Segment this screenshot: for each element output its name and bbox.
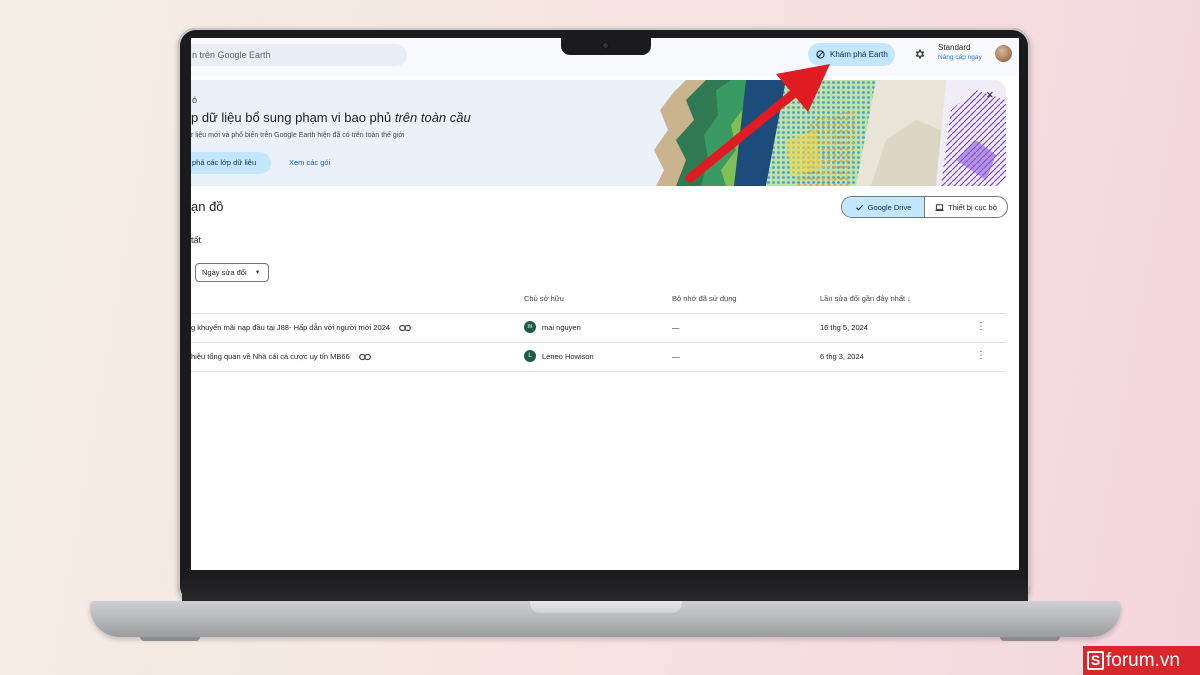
banner-description: r liệu mới và phổ biến trên Google Earth…: [191, 132, 405, 139]
check-icon: [855, 204, 863, 211]
banner-title: p dữ liệu bổ sung phạm vi bao phủ trên t…: [191, 110, 471, 125]
promo-banner: ó p dữ liệu bổ sung phạm vi bao phủ trên…: [191, 80, 1006, 186]
file-name: hiệu tổng quan về Nhà cái cá cược uy tín…: [191, 352, 350, 361]
storage-column-header[interactable]: Bộ nhớ đã sử dụng: [672, 294, 737, 303]
table-row[interactable]: hiệu tổng quan về Nhà cái cá cược uy tín…: [191, 352, 371, 361]
upgrade-link[interactable]: Nâng cấp ngay: [938, 53, 982, 63]
laptop-foot: [140, 637, 200, 641]
link-icon: [399, 324, 411, 331]
row-divider: [191, 342, 1006, 343]
date-modified-filter[interactable]: Ngày sửa đổi ▼: [195, 263, 269, 282]
plan-info: Standard Nâng cấp ngay: [938, 43, 982, 63]
kebab-icon[interactable]: ⋮: [976, 351, 986, 361]
search-input[interactable]: n trên Google Earth: [191, 44, 407, 66]
storage-toggle: Google Drive Thiết bị cục bộ: [841, 196, 1008, 218]
row-owner: L Leneo Howison: [524, 350, 594, 362]
gear-icon[interactable]: [914, 48, 926, 60]
laptop-base: [90, 601, 1121, 637]
banner-title-emphasis: trên toàn cầu: [394, 110, 471, 125]
laptop-opening-notch: [530, 601, 682, 613]
file-name: g khuyến mãi nạp đầu tại J88- Hấp dẫn vớ…: [191, 323, 391, 332]
sforum-logo-icon: S: [1087, 651, 1104, 670]
watermark-text: forum.vn: [1106, 649, 1180, 671]
banner-kicker: ó: [192, 95, 198, 105]
close-icon[interactable]: ×: [986, 88, 994, 101]
kebab-icon[interactable]: ⋮: [976, 322, 986, 332]
local-device-label: Thiết bị cục bộ: [948, 202, 997, 212]
sforum-watermark: S forum.vn: [1083, 646, 1200, 675]
google-drive-label: Google Drive: [867, 202, 912, 212]
filter-label: Ngày sửa đổi: [202, 268, 247, 277]
page-title: ạn đồ: [191, 199, 224, 214]
owner-name: Leneo Howison: [542, 351, 594, 361]
owner-column-header[interactable]: Chủ sở hữu: [524, 294, 564, 303]
owner-name: mai nguyen: [542, 322, 581, 332]
row-divider: [191, 313, 1006, 314]
owner-avatar: m: [524, 321, 536, 333]
row-storage: —: [672, 352, 680, 361]
google-drive-option[interactable]: Google Drive: [842, 197, 925, 217]
row-modified: 6 thg 3, 2024: [820, 352, 864, 361]
explore-layers-button[interactable]: phá các lớp dữ liệu: [191, 152, 271, 174]
user-avatar[interactable]: [994, 44, 1013, 63]
table-row[interactable]: g khuyến mãi nạp đầu tại J88- Hấp dẫn vớ…: [191, 323, 411, 332]
local-device-option[interactable]: Thiết bị cục bộ: [925, 197, 1007, 217]
row-owner: m mai nguyen: [524, 321, 581, 333]
row-modified: 16 thg 5, 2024: [820, 323, 868, 332]
laptop-icon: [935, 203, 944, 211]
row-storage: —: [672, 323, 680, 332]
plan-name: Standard: [938, 43, 971, 52]
banner-title-text: p dữ liệu bổ sung phạm vi bao phủ: [191, 110, 395, 125]
section-subtitle: tất: [191, 235, 202, 245]
owner-avatar: L: [524, 350, 536, 362]
laptop-notch: [561, 38, 651, 55]
laptop-screen: n trên Google Earth Khám phá Earth Stand…: [191, 38, 1019, 570]
laptop-foot: [1000, 637, 1060, 641]
camera-icon: [602, 42, 609, 49]
laptop-chin: [182, 578, 1028, 602]
row-divider: [191, 371, 1006, 372]
caret-icon: ▼: [254, 269, 261, 276]
red-arrow-annotation: [685, 64, 830, 183]
modified-column-header[interactable]: Lần sửa đổi gần đây nhất ↓: [820, 294, 911, 303]
link-icon: [358, 353, 371, 360]
view-plans-link[interactable]: Xem các gói: [289, 158, 330, 167]
